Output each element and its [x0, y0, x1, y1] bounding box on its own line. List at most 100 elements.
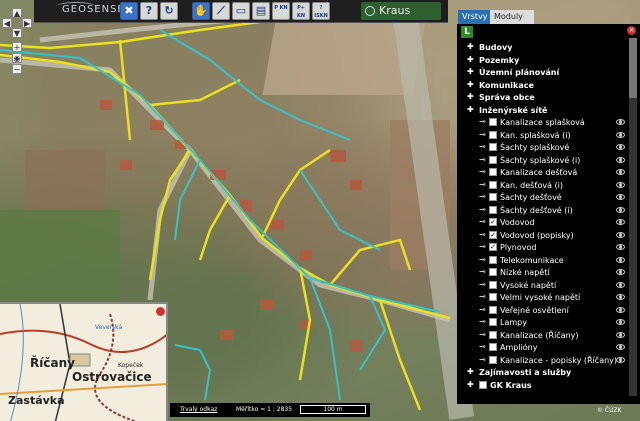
- layer-style-icon[interactable]: ⊸: [479, 205, 487, 214]
- layer-style-icon[interactable]: ⊸: [479, 318, 487, 326]
- layer-checkbox[interactable]: [489, 305, 497, 314]
- layer-checkbox[interactable]: [489, 343, 497, 351]
- pan-left-button[interactable]: ◀: [2, 18, 12, 28]
- layer-style-icon[interactable]: ⊸: [479, 330, 487, 339]
- pan-up-button[interactable]: ▲: [12, 8, 22, 18]
- expand-icon[interactable]: ✚: [467, 380, 475, 389]
- layer-style-icon[interactable]: ⊸: [479, 118, 487, 126]
- close-icon[interactable]: ×: [627, 26, 636, 35]
- legend-icon[interactable]: L: [461, 26, 473, 38]
- expand-icon[interactable]: ✚: [467, 43, 475, 51]
- layer-checkbox[interactable]: [489, 330, 497, 339]
- measure-button[interactable]: ⟋: [212, 2, 230, 20]
- area-button[interactable]: ▭: [232, 2, 250, 20]
- layer-row[interactable]: ✚ GK Kraus: [457, 378, 627, 393]
- layer-style-icon[interactable]: ⊸: [479, 280, 487, 289]
- visibility-eye-icon[interactable]: [616, 131, 625, 138]
- layer-checkbox[interactable]: [489, 318, 497, 326]
- layer-style-icon[interactable]: ⊸: [479, 155, 487, 164]
- tools-button[interactable]: ✖: [120, 2, 138, 20]
- panel-scroll-thumb[interactable]: [629, 38, 637, 98]
- pan-button[interactable]: ✋: [192, 2, 210, 20]
- layer-checkbox[interactable]: [489, 355, 497, 364]
- panel-scrollbar[interactable]: [629, 38, 637, 396]
- expand-icon[interactable]: ✚: [467, 368, 475, 376]
- layer-checkbox[interactable]: [489, 280, 497, 289]
- parcel-plus-kn-button[interactable]: P+ KN: [292, 2, 310, 20]
- layer-style-icon[interactable]: ⊸: [479, 130, 487, 139]
- gas-line: [118, 39, 132, 141]
- layer-style-icon[interactable]: ⊸: [479, 218, 487, 226]
- layer-style-icon[interactable]: ⊸: [479, 268, 487, 276]
- zoom-out-button[interactable]: −: [12, 64, 22, 74]
- expand-icon[interactable]: ✚: [467, 80, 475, 89]
- pan-down-button[interactable]: ▼: [12, 28, 22, 38]
- visibility-eye-icon[interactable]: [616, 206, 625, 213]
- layer-checkbox[interactable]: [489, 193, 497, 201]
- iskn-button[interactable]: ? ISKN: [312, 2, 330, 20]
- layer-checkbox[interactable]: [489, 168, 497, 176]
- visibility-eye-icon[interactable]: [616, 156, 625, 163]
- layer-style-icon[interactable]: ⊸: [479, 343, 487, 351]
- layer-style-icon[interactable]: ⊸: [479, 180, 487, 189]
- parcel-kn-button[interactable]: P KN: [272, 2, 290, 20]
- visibility-eye-icon[interactable]: [616, 331, 625, 338]
- layer-style-icon[interactable]: ⊸: [479, 243, 487, 251]
- layer-checkbox[interactable]: [489, 155, 497, 164]
- layer-checkbox[interactable]: ✓: [489, 230, 497, 239]
- layer-checkbox[interactable]: ✓: [489, 243, 497, 251]
- layer-checkbox[interactable]: [489, 130, 497, 139]
- visibility-eye-icon[interactable]: [616, 294, 625, 300]
- tab-modules[interactable]: Moduly: [490, 10, 534, 24]
- layer-style-icon[interactable]: ⊸: [479, 143, 487, 151]
- layer-style-icon[interactable]: ⊸: [479, 168, 487, 176]
- zoom-in-button[interactable]: +: [12, 42, 22, 52]
- layer-style-icon[interactable]: ⊸: [479, 355, 487, 364]
- layer-checkbox[interactable]: [489, 293, 497, 301]
- layer-checkbox[interactable]: ✓: [489, 218, 497, 226]
- gas-line: [329, 238, 412, 286]
- layer-checkbox[interactable]: [489, 255, 497, 264]
- geosense-logo: GEOSENSE: [62, 4, 125, 15]
- print-button[interactable]: ▤: [252, 2, 270, 20]
- visibility-eye-icon[interactable]: [616, 306, 625, 313]
- overview-map[interactable]: Říčany Ostrovačice Zastávka Kopeček Veve…: [0, 302, 168, 421]
- visibility-eye-icon[interactable]: [616, 244, 625, 250]
- layer-checkbox[interactable]: [489, 180, 497, 189]
- visibility-eye-icon[interactable]: [616, 344, 625, 350]
- expand-icon[interactable]: ✚: [467, 55, 475, 64]
- overview-close-icon[interactable]: [156, 307, 165, 316]
- layer-checkbox[interactable]: [489, 205, 497, 214]
- layer-style-icon[interactable]: ⊸: [479, 193, 487, 201]
- layer-checkbox[interactable]: [489, 143, 497, 151]
- visibility-eye-icon[interactable]: [616, 356, 625, 363]
- zoom-world-button[interactable]: ◉: [12, 53, 22, 63]
- visibility-eye-icon[interactable]: [616, 319, 625, 325]
- gas-line: [378, 299, 422, 411]
- visibility-eye-icon[interactable]: [616, 219, 625, 225]
- visibility-eye-icon[interactable]: [616, 281, 625, 288]
- permalink-link[interactable]: Trvalý odkaz: [180, 403, 217, 417]
- layer-style-icon[interactable]: ⊸: [479, 255, 487, 264]
- visibility-eye-icon[interactable]: [616, 231, 625, 238]
- gas-line: [0, 20, 261, 50]
- layer-checkbox[interactable]: [479, 380, 487, 389]
- visibility-eye-icon[interactable]: [616, 256, 625, 263]
- expand-icon[interactable]: ✚: [467, 93, 475, 101]
- visibility-eye-icon[interactable]: [616, 181, 625, 188]
- layer-style-icon[interactable]: ⊸: [479, 230, 487, 239]
- visibility-eye-icon[interactable]: [616, 269, 625, 275]
- pan-right-button[interactable]: ▶: [22, 18, 32, 28]
- expand-icon[interactable]: ✚: [467, 105, 475, 114]
- expand-icon[interactable]: ✚: [467, 68, 475, 76]
- refresh-button[interactable]: ↻: [160, 2, 178, 20]
- layer-style-icon[interactable]: ⊸: [479, 305, 487, 314]
- layer-style-icon[interactable]: ⊸: [479, 293, 487, 301]
- visibility-eye-icon[interactable]: [616, 194, 625, 200]
- visibility-eye-icon[interactable]: [616, 169, 625, 175]
- layer-checkbox[interactable]: [489, 118, 497, 126]
- visibility-eye-icon[interactable]: [616, 119, 625, 125]
- visibility-eye-icon[interactable]: [616, 144, 625, 150]
- help-button[interactable]: ?: [140, 2, 158, 20]
- layer-checkbox[interactable]: [489, 268, 497, 276]
